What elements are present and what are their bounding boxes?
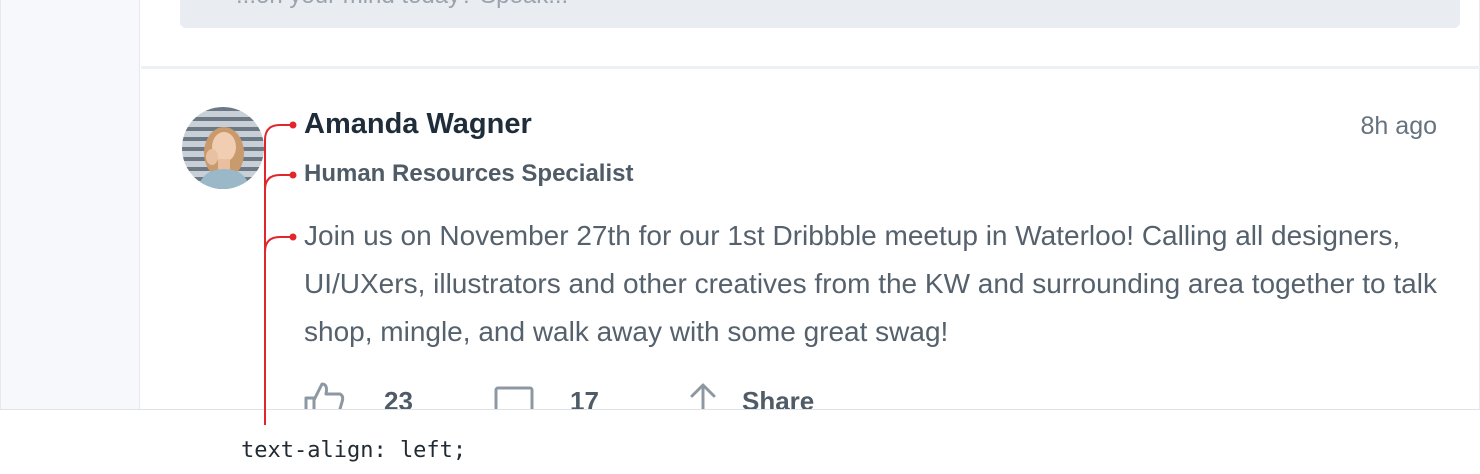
share-button[interactable]: Share (742, 386, 814, 409)
author-role: Human Resources Specialist (304, 160, 634, 187)
post-card-frame: ...on your mind today? Speak... (0, 0, 1480, 410)
css-annotation-label: text-align: left; (241, 438, 467, 463)
like-count[interactable]: 23 (384, 386, 413, 409)
thumbs-up-icon[interactable] (304, 380, 346, 409)
comment-icon[interactable] (494, 380, 534, 409)
avatar-image (182, 107, 264, 189)
post-timestamp: 8h ago (1360, 112, 1437, 140)
feed-card: ...on your mind today? Speak... (141, 0, 1480, 409)
composer-placeholder: ...on your mind today? Speak... (236, 0, 568, 10)
composer-input[interactable]: ...on your mind today? Speak... (180, 0, 1460, 28)
author-name[interactable]: Amanda Wagner (304, 108, 532, 141)
divider (141, 66, 1480, 69)
left-sidebar (0, 0, 140, 409)
share-arrow-icon[interactable] (688, 380, 718, 409)
avatar[interactable] (182, 107, 264, 189)
comment-count[interactable]: 17 (570, 386, 599, 409)
post-body: Join us on November 27th for our 1st Dri… (304, 220, 1437, 347)
